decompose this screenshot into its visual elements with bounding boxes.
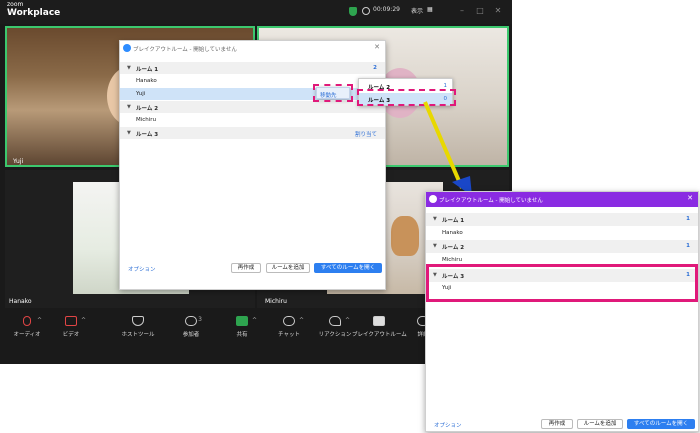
shield-icon bbox=[132, 316, 144, 326]
room-row-3[interactable]: ▼ ルーム 3 割り当て bbox=[120, 127, 385, 139]
participant-name: Yuji bbox=[13, 158, 24, 165]
breakout-rooms-button[interactable]: ブレイクアウトルーム bbox=[352, 316, 407, 338]
share-button[interactable]: ^ 共有 bbox=[217, 316, 267, 338]
clock-icon bbox=[362, 7, 370, 15]
options-link[interactable]: オプション bbox=[128, 265, 156, 273]
video-button[interactable]: ^ ビデオ bbox=[46, 316, 96, 338]
zoom-logo: zoom Workplace bbox=[7, 2, 60, 18]
dialog-title: ブレイクアウトルーム - 開始していません bbox=[133, 47, 237, 53]
participant-name: Michiru bbox=[265, 298, 287, 305]
screenshot-stage: zoom Workplace 00:09:29 表示 ▦ – □ ✕ Yuji … bbox=[0, 0, 700, 433]
dialog-title: ブレイクアウトルーム - 開始していません bbox=[439, 198, 543, 204]
participants-label: 参加者 bbox=[182, 332, 200, 338]
close-icon[interactable]: ✕ bbox=[374, 43, 380, 51]
chat-icon bbox=[283, 316, 295, 326]
audio-label: オーディオ bbox=[13, 332, 41, 338]
member-name: Hanako bbox=[442, 230, 463, 236]
participants-icon bbox=[185, 316, 197, 326]
room-row-1[interactable]: ▼ ルーム 1 1 bbox=[426, 213, 698, 226]
room-count: 2 bbox=[373, 65, 377, 71]
share-icon bbox=[236, 316, 248, 326]
host-tools-button[interactable]: ホストツール bbox=[113, 316, 163, 338]
host-tools-label: ホストツール bbox=[121, 332, 155, 338]
room-row-2[interactable]: ▼ ルーム 2 1 bbox=[426, 240, 698, 253]
participant-count: 3 bbox=[198, 316, 202, 323]
room-row-2[interactable]: ▼ ルーム 2 bbox=[120, 101, 385, 113]
video-off-icon bbox=[65, 316, 77, 326]
open-all-rooms-button[interactable]: すべてのルームを開く bbox=[314, 263, 382, 273]
close-window-icon[interactable]: ✕ bbox=[493, 6, 503, 16]
options-link[interactable]: オプション bbox=[434, 421, 462, 429]
chevron-up-icon[interactable]: ^ bbox=[299, 317, 304, 324]
chevron-up-icon[interactable]: ^ bbox=[37, 317, 42, 324]
microphone-muted-icon bbox=[23, 316, 31, 326]
room-name: ルーム 1 bbox=[136, 67, 159, 73]
audio-button[interactable]: ^ オーディオ bbox=[2, 316, 52, 338]
room-count: 1 bbox=[686, 216, 690, 222]
member-name: Yuji bbox=[136, 91, 146, 97]
grid-icon[interactable]: ▦ bbox=[427, 6, 433, 13]
chat-button[interactable]: ^ チャット bbox=[264, 316, 314, 338]
zoom-logo-icon bbox=[123, 44, 131, 52]
share-label: 共有 bbox=[236, 332, 248, 338]
room-name: ルーム 1 bbox=[442, 218, 465, 224]
member-row-hanako[interactable]: Hanako bbox=[426, 227, 698, 240]
recreate-button[interactable]: 再作成 bbox=[541, 419, 573, 429]
recreate-button[interactable]: 再作成 bbox=[231, 263, 261, 273]
breakout-rooms-label: ブレイクアウトルーム bbox=[352, 332, 407, 338]
highlight-move-to bbox=[313, 84, 353, 102]
dialog-title-bar: ブレイクアウトルーム - 開始していません ✕ bbox=[120, 41, 385, 55]
chevron-up-icon[interactable]: ^ bbox=[345, 317, 350, 324]
video-label: ビデオ bbox=[62, 332, 80, 338]
participants-button[interactable]: 3 参加者 bbox=[166, 316, 216, 338]
room-name: ルーム 2 bbox=[136, 106, 159, 112]
participant-name: Hanako bbox=[9, 298, 32, 305]
heart-icon bbox=[329, 316, 341, 326]
maximize-icon[interactable]: □ bbox=[475, 6, 485, 16]
expand-arrow-icon[interactable]: ▼ bbox=[127, 130, 131, 136]
member-name: Hanako bbox=[136, 78, 157, 84]
title-bar: zoom Workplace 00:09:29 表示 ▦ – □ ✕ bbox=[0, 0, 512, 24]
member-name: Michiru bbox=[136, 117, 157, 123]
breakout-rooms-icon bbox=[373, 316, 385, 326]
expand-arrow-icon[interactable]: ▼ bbox=[127, 104, 131, 110]
highlight-room-3-result bbox=[426, 264, 698, 302]
brand-name: Workplace bbox=[7, 8, 61, 18]
breakout-dialog-after: ブレイクアウトルーム - 開始していません ✕ ▼ ルーム 1 1 Hanako… bbox=[425, 191, 699, 432]
breakout-dialog-before: ブレイクアウトルーム - 開始していません ✕ ▼ ルーム 1 2 Hanako… bbox=[119, 40, 386, 290]
encryption-shield-icon[interactable] bbox=[349, 7, 357, 16]
chevron-up-icon[interactable]: ^ bbox=[252, 317, 257, 324]
chat-label: チャット bbox=[278, 332, 300, 338]
open-all-rooms-button[interactable]: すべてのルームを開く bbox=[627, 419, 695, 429]
add-room-button[interactable]: ルームを追加 bbox=[577, 419, 623, 429]
close-icon[interactable]: ✕ bbox=[687, 194, 693, 202]
member-row-michiru[interactable]: Michiru bbox=[120, 114, 385, 126]
expand-arrow-icon[interactable]: ▼ bbox=[127, 65, 131, 71]
zoom-logo-icon bbox=[429, 195, 437, 203]
assign-link[interactable]: 割り当て bbox=[355, 130, 377, 138]
minimize-icon[interactable]: – bbox=[457, 6, 467, 16]
dialog-title-bar: ブレイクアウトルーム - 開始していません ✕ bbox=[426, 192, 698, 207]
room-row-1[interactable]: ▼ ルーム 1 2 bbox=[120, 62, 385, 74]
chevron-up-icon[interactable]: ^ bbox=[81, 317, 86, 324]
yellow-arrow-icon bbox=[423, 101, 472, 196]
cat-image bbox=[391, 216, 419, 256]
room-name: ルーム 2 bbox=[442, 245, 465, 251]
expand-arrow-icon[interactable]: ▼ bbox=[433, 216, 437, 222]
add-room-button[interactable]: ルームを追加 bbox=[266, 263, 310, 273]
expand-arrow-icon[interactable]: ▼ bbox=[433, 243, 437, 249]
view-button[interactable]: 表示 bbox=[411, 6, 423, 15]
room-count: 1 bbox=[686, 243, 690, 249]
member-name: Michiru bbox=[442, 257, 463, 263]
room-name: ルーム 3 bbox=[136, 132, 159, 138]
meeting-timer: 00:09:29 bbox=[373, 6, 400, 13]
